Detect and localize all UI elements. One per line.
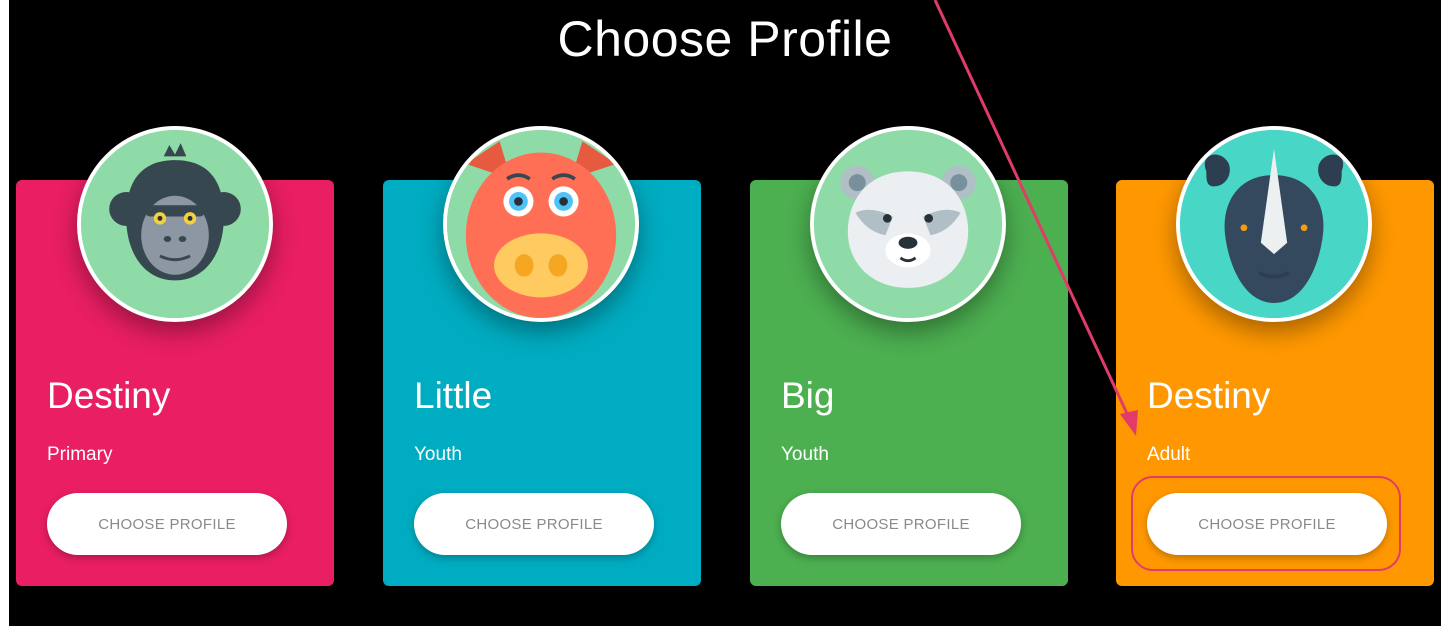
bear-icon bbox=[814, 130, 1002, 318]
rhino-icon bbox=[1180, 130, 1368, 318]
profile-role: Youth bbox=[781, 444, 829, 465]
profile-avatar[interactable] bbox=[77, 126, 273, 322]
gorilla-icon bbox=[81, 130, 269, 318]
profile-role: Adult bbox=[1147, 444, 1191, 465]
pig-icon bbox=[447, 130, 635, 318]
choose-profile-button[interactable]: CHOOSE PROFILE bbox=[414, 493, 654, 555]
profile-avatar[interactable] bbox=[443, 126, 639, 322]
profile-avatar[interactable] bbox=[1176, 126, 1372, 322]
profile-role: Youth bbox=[414, 444, 462, 465]
profile-avatar[interactable] bbox=[810, 126, 1006, 322]
profile-name: Destiny bbox=[47, 375, 171, 416]
profile-name: Big bbox=[781, 375, 835, 416]
page-title: Choose Profile bbox=[557, 11, 893, 67]
profile-role: Primary bbox=[47, 444, 113, 465]
choose-profile-button[interactable]: CHOOSE PROFILE bbox=[47, 493, 287, 555]
profile-name: Destiny bbox=[1147, 375, 1271, 416]
annotation-highlight-box bbox=[1131, 476, 1401, 571]
profile-name: Little bbox=[414, 375, 493, 416]
choose-profile-button[interactable]: CHOOSE PROFILE bbox=[781, 493, 1021, 555]
